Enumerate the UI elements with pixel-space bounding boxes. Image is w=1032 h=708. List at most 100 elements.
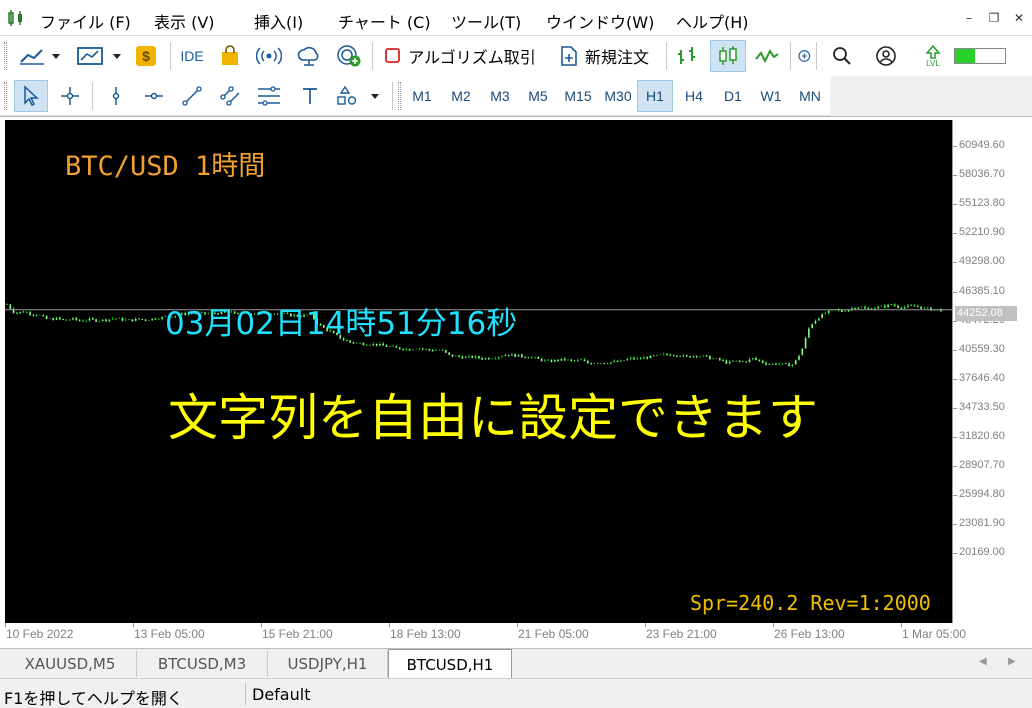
menu-file[interactable]: ファイル (F) xyxy=(40,9,131,33)
timeframe-m1[interactable]: M1 xyxy=(404,80,440,112)
chart-canvas[interactable]: BTC/USD 1時間 03月02日14時51分16秒 文字列を自由に設定できま… xyxy=(5,120,952,623)
tab-scroll-right-icon[interactable]: ▶ xyxy=(1008,656,1016,667)
menu-window[interactable]: ウインドウ(W) xyxy=(546,9,654,33)
mt5-window: ファイル (F) 表示 (V) 挿入(I) チャート (C) ツール(T) ウイ… xyxy=(0,0,1032,708)
algo-trading-button[interactable]: アルゴリズム取引 xyxy=(378,40,542,72)
cursor-button[interactable] xyxy=(14,80,48,112)
timeframe-label: D1 xyxy=(724,88,742,104)
bar-chart-button[interactable] xyxy=(670,40,704,72)
shop-button[interactable] xyxy=(214,40,246,72)
timeframe-m2[interactable]: M2 xyxy=(443,80,479,112)
toolbar-separator xyxy=(392,82,393,110)
toolbar-grip[interactable] xyxy=(4,82,7,110)
search-button[interactable] xyxy=(826,40,858,72)
timeframe-m30[interactable]: M30 xyxy=(600,80,636,112)
price-axis[interactable]: 60949.60 58036.70 55123.80 52210.90 49298.00… xyxy=(952,120,1030,623)
signals-button[interactable] xyxy=(252,40,286,72)
zigzag-line-icon xyxy=(755,49,779,64)
vertical-line-button[interactable] xyxy=(100,80,132,112)
price-tick xyxy=(953,437,957,438)
tab-scroll-left-icon[interactable]: ◀ xyxy=(979,656,987,667)
crosshair-button[interactable] xyxy=(54,80,86,112)
new-order-icon xyxy=(561,46,577,66)
overlay-spread: Spr=240.2 Rev=1:2000 xyxy=(690,591,931,615)
current-price-label: 44252.08 xyxy=(955,305,1017,321)
new-order-button[interactable]: 新規注文 xyxy=(546,40,662,72)
tab-xauusd-m5[interactable]: XAUUSD,M5 xyxy=(4,651,137,677)
price-label: 34733.50 xyxy=(959,400,1005,413)
candlestick-button[interactable] xyxy=(710,40,746,72)
account-button[interactable] xyxy=(870,40,902,72)
close-button[interactable]: ✕ xyxy=(1008,8,1030,28)
tab-btcusd-h1[interactable]: BTCUSD,H1 xyxy=(388,649,512,679)
toolbar-grip[interactable] xyxy=(398,82,401,110)
app-logo-icon xyxy=(8,10,22,26)
price-tick xyxy=(953,524,957,526)
chart-tabs: XAUUSD,M5 BTCUSD,M3 USDJPY,H1 BTCUSD,H1 … xyxy=(0,648,1032,679)
toolbar-separator xyxy=(92,82,93,110)
tab-btcusd-m3[interactable]: BTCUSD,M3 xyxy=(137,651,268,677)
menu-help[interactable]: ヘルプ(H) xyxy=(676,9,749,33)
svg-text:$: $ xyxy=(142,48,150,64)
price-tick xyxy=(953,233,957,235)
minimize-button[interactable]: – xyxy=(958,8,980,28)
restore-button[interactable]: ❐ xyxy=(983,8,1005,28)
time-label: 23 Feb 21:00 xyxy=(646,627,717,641)
status-help-text: F1を押してヘルプを開く xyxy=(4,689,183,708)
vertical-line-icon xyxy=(112,87,120,105)
timeframe-m15[interactable]: M15 xyxy=(558,80,598,112)
bars-icon xyxy=(678,47,695,64)
price-label: 20169.00 xyxy=(959,546,1005,559)
vps-button[interactable] xyxy=(292,40,326,72)
chart-type-dropdown[interactable] xyxy=(14,40,66,72)
price-tick xyxy=(953,204,957,206)
price-label: 60949.60 xyxy=(959,139,1005,151)
timeframe-m5[interactable]: M5 xyxy=(520,80,556,112)
timeframe-m3[interactable]: M3 xyxy=(482,80,518,112)
zoom-in-button[interactable] xyxy=(796,40,814,72)
fibonacci-button[interactable] xyxy=(252,80,286,112)
timeframe-w1[interactable]: W1 xyxy=(753,80,789,112)
time-axis[interactable]: 10 Feb 2022 13 Feb 05:00 15 Feb 21:00 18 Fe… xyxy=(5,623,966,649)
channel-button[interactable] xyxy=(214,80,246,112)
menu-view[interactable]: 表示 (V) xyxy=(154,9,215,33)
toolbar-drawing: M1 M2 M3 M5 M15 M30 H1 H4 D1 W1 MN xyxy=(0,76,830,116)
ide-label: IDE xyxy=(180,48,204,64)
text-button[interactable] xyxy=(294,80,326,112)
price-label: 23081.90 xyxy=(959,517,1005,530)
toolbar-grip[interactable] xyxy=(4,42,7,70)
timeframe-h4[interactable]: H4 xyxy=(676,80,712,112)
timeframe-d1[interactable]: D1 xyxy=(715,80,751,112)
templates-dropdown[interactable] xyxy=(72,40,126,72)
price-tick xyxy=(953,262,957,264)
ide-button[interactable]: IDE xyxy=(176,40,208,72)
timeframe-h1[interactable]: H1 xyxy=(637,80,673,112)
timeframe-label: W1 xyxy=(760,88,782,104)
menu-insert[interactable]: 挿入(I) xyxy=(254,9,303,33)
price-tick xyxy=(953,175,957,177)
trend-line-button[interactable] xyxy=(176,80,208,112)
level-button[interactable]: LVL xyxy=(916,40,950,72)
tab-usdjpy-h1[interactable]: USDJPY,H1 xyxy=(268,651,388,677)
services-button[interactable] xyxy=(332,40,366,72)
menu-chart[interactable]: チャート (C) xyxy=(338,9,431,33)
candlestick-icon xyxy=(719,46,737,65)
search-icon xyxy=(833,47,851,65)
timeframe-label: M1 xyxy=(412,88,432,104)
line-button[interactable] xyxy=(750,40,784,72)
price-tick xyxy=(953,349,957,351)
cursor-arrow-icon xyxy=(24,85,39,107)
price-tick xyxy=(953,407,957,409)
new-order-label: 新規注文 xyxy=(584,48,649,67)
time-label: 10 Feb 2022 xyxy=(6,627,74,641)
menu-tools[interactable]: ツール(T) xyxy=(451,9,521,33)
toolbar-separator xyxy=(816,42,817,70)
toolbar-standard: $ IDE アルゴリズム取引 新規注文 LVL xyxy=(0,36,1032,76)
market-button[interactable]: $ xyxy=(130,40,162,72)
shapes-dropdown[interactable] xyxy=(332,80,384,112)
timeframe-mn[interactable]: MN xyxy=(792,80,828,112)
crosshair-icon xyxy=(61,87,79,105)
horizontal-line-button[interactable] xyxy=(138,80,170,112)
menu-bar: ファイル (F) 表示 (V) 挿入(I) チャート (C) ツール(T) ウイ… xyxy=(0,0,1032,36)
trend-line-icon xyxy=(182,86,202,106)
